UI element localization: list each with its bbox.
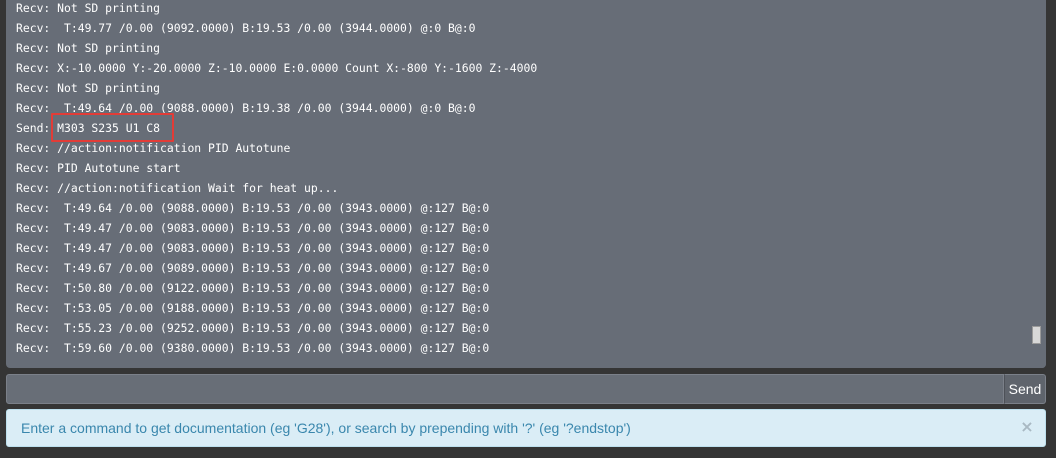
log-line: Recv: PID Autotune start (16, 161, 181, 175)
command-highlight-box (51, 113, 174, 142)
terminal-scrollbar[interactable] (1028, 0, 1046, 368)
log-line: Recv: T:50.80 /0.00 (9122.0000) B:19.53 … (16, 281, 490, 295)
terminal-log: Recv: Not SD printing Recv: T:49.77 /0.0… (6, 0, 1028, 368)
log-line: Recv: X:-10.0000 Y:-20.0000 Z:-10.0000 E… (16, 61, 538, 75)
log-line: Recv: T:49.64 /0.00 (9088.0000) B:19.53 … (16, 201, 490, 215)
info-alert: Enter a command to get documentation (eg… (6, 409, 1046, 447)
log-line: Recv: T:49.77 /0.00 (9092.0000) B:19.53 … (16, 21, 476, 35)
info-alert-text: Enter a command to get documentation (eg… (21, 420, 631, 436)
log-line: Recv: T:53.05 /0.00 (9188.0000) B:19.53 … (16, 301, 490, 315)
terminal-output[interactable]: Recv: Not SD printing Recv: T:49.77 /0.0… (6, 0, 1046, 368)
log-line: Recv: T:49.47 /0.00 (9083.0000) B:19.53 … (16, 241, 490, 255)
command-input[interactable] (6, 374, 1004, 404)
log-line: Recv: Not SD printing (16, 1, 161, 15)
log-line: Recv: Not SD printing (16, 41, 161, 55)
log-line: Recv: //action:notification Wait for hea… (16, 181, 339, 195)
close-icon[interactable]: × (1019, 414, 1035, 440)
log-line: Recv: T:55.23 /0.00 (9252.0000) B:19.53 … (16, 321, 490, 335)
log-line: Recv: Not SD printing (16, 81, 161, 95)
log-line: Recv: T:49.47 /0.00 (9083.0000) B:19.53 … (16, 221, 490, 235)
scrollbar-thumb[interactable] (1032, 326, 1041, 344)
send-button[interactable]: Send (1004, 374, 1046, 404)
log-line: Recv: T:49.67 /0.00 (9089.0000) B:19.53 … (16, 261, 490, 275)
log-line: Recv: T:59.60 /0.00 (9380.0000) B:19.53 … (16, 341, 490, 355)
